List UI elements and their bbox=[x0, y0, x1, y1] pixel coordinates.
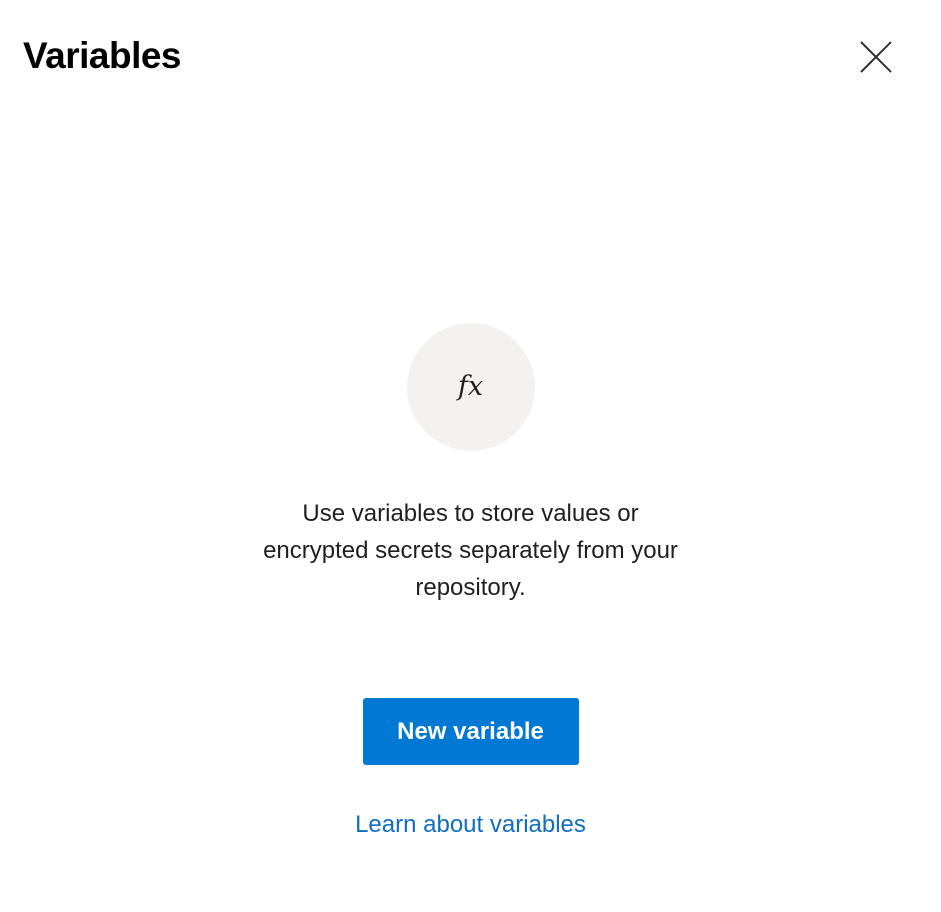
fx-icon-label: fx bbox=[457, 370, 484, 402]
fx-icon: fx bbox=[406, 323, 535, 451]
empty-state: fx Use variables to store values or encr… bbox=[0, 323, 941, 840]
panel-title: Variables bbox=[23, 35, 182, 76]
learn-about-variables-link[interactable]: Learn about variables bbox=[355, 810, 586, 840]
variables-panel: Variables fx Use variables to store valu… bbox=[0, 0, 941, 912]
empty-state-message: Use variables to store values or encrypt… bbox=[263, 500, 678, 601]
close-icon bbox=[859, 40, 893, 74]
close-button[interactable] bbox=[852, 33, 900, 81]
new-variable-button[interactable]: New variable bbox=[362, 698, 579, 765]
